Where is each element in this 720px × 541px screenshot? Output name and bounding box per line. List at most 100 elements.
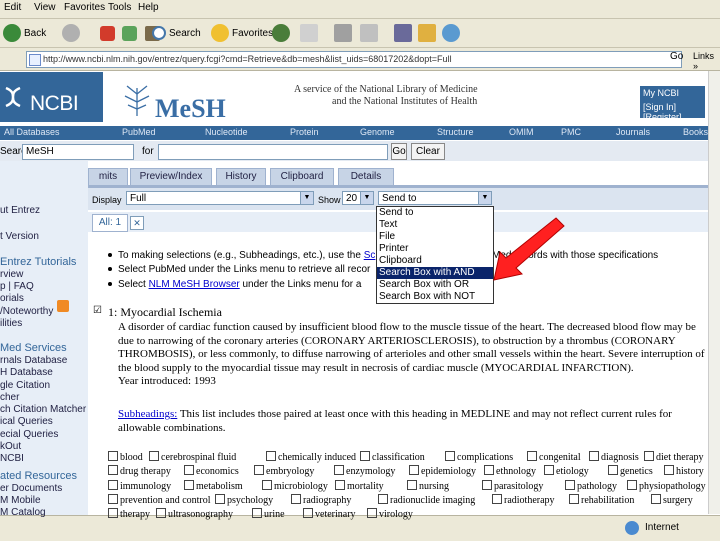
sidebar-item[interactable]: ilities — [0, 318, 22, 329]
mail-button[interactable] — [300, 22, 321, 44]
sidebar-item[interactable]: /Noteworthy — [0, 306, 53, 317]
db-nav-item[interactable]: Structure — [437, 127, 474, 137]
subheading-checkbox[interactable]: economics — [184, 465, 239, 477]
sidebar-item[interactable]: cher — [0, 392, 19, 403]
dropdown-option[interactable]: Clipboard — [377, 255, 493, 267]
db-nav-item[interactable]: Protein — [290, 127, 319, 137]
refresh-button[interactable] — [122, 22, 140, 44]
subheading-checkbox[interactable]: drug therapy — [108, 465, 171, 477]
close-tab-icon[interactable]: ✕ — [130, 216, 144, 230]
forward-button[interactable] — [62, 22, 83, 44]
dropdown-option[interactable]: Search Box with OR — [377, 279, 493, 291]
subheading-checkbox[interactable]: parasitology — [482, 480, 543, 492]
subheading-checkbox[interactable]: radionuclide imaging — [378, 494, 475, 506]
history-button[interactable] — [272, 22, 293, 44]
discuss-button[interactable] — [394, 22, 415, 44]
edit-button[interactable] — [360, 22, 381, 44]
subheading-checkbox[interactable]: nursing — [407, 480, 449, 492]
tab-history[interactable]: History — [216, 168, 266, 185]
subheading-checkbox[interactable]: urine — [252, 508, 285, 520]
subheading-checkbox[interactable]: microbiology — [262, 480, 328, 492]
subheading-checkbox[interactable]: psychology — [215, 494, 273, 506]
db-nav-item[interactable]: Books — [683, 127, 708, 137]
rss-icon[interactable] — [57, 300, 69, 312]
sidebar-item[interactable]: Med Services — [0, 342, 67, 354]
sidebar-item[interactable]: rnals Database — [0, 355, 67, 366]
sidebar-item[interactable]: ecial Queries — [0, 429, 58, 440]
sidebar-item[interactable]: ated Resources — [0, 470, 77, 482]
subheading-checkbox[interactable]: pathology — [565, 480, 617, 492]
dropdown-option[interactable]: Search Box with AND — [377, 267, 493, 279]
go-button[interactable]: Go — [391, 143, 407, 160]
search-input[interactable] — [158, 144, 388, 160]
subheading-checkbox[interactable]: diet therapy — [644, 451, 703, 463]
subheading-checkbox[interactable]: etiology — [544, 465, 589, 477]
search-button[interactable]: Search — [152, 22, 201, 44]
subheading-checkbox[interactable]: surgery — [651, 494, 693, 506]
sidebar-item[interactable]: kOut — [0, 441, 21, 452]
sidebar-item[interactable]: gle Citation — [0, 380, 50, 391]
db-nav-item[interactable]: PubMed — [122, 127, 156, 137]
subheading-checkbox[interactable]: blood — [108, 451, 143, 463]
all-results-tab[interactable]: All: 1 — [92, 214, 128, 232]
clear-button[interactable]: Clear — [411, 143, 445, 160]
sidebar-item[interactable]: Entrez Tutorials — [0, 256, 76, 268]
subheading-checkbox[interactable]: rehabilitation — [569, 494, 634, 506]
send-to-select[interactable]: Send to ▼ — [378, 191, 492, 205]
sidebar-item[interactable]: H Database — [0, 367, 53, 378]
sidebar-item[interactable]: M Mobile — [0, 495, 41, 506]
subheading-checkbox[interactable]: ethnology — [484, 465, 536, 477]
sidebar-item[interactable]: er Documents — [0, 483, 62, 494]
address-input[interactable]: http://www.ncbi.nlm.nih.gov/entrez/query… — [26, 51, 682, 68]
db-nav-item[interactable]: All Databases — [4, 127, 60, 137]
address-go-button[interactable]: Go — [670, 51, 683, 62]
db-nav-item[interactable]: Journals — [616, 127, 650, 137]
subheading-checkbox[interactable]: congenital — [527, 451, 581, 463]
menu-favorites[interactable]: Favorites — [64, 2, 105, 13]
subheading-checkbox[interactable]: chemically induced — [266, 451, 356, 463]
favorites-button[interactable]: Favorites — [211, 22, 273, 44]
db-nav-item[interactable]: OMIM — [509, 127, 534, 137]
sidebar-item[interactable]: ch Citation Matcher — [0, 404, 86, 415]
subheading-checkbox[interactable]: genetics — [608, 465, 653, 477]
signin-link[interactable]: [Sign In] [Register] — [640, 100, 705, 124]
sidebar-item[interactable]: ut Entrez — [0, 205, 40, 216]
db-nav-item[interactable]: Genome — [360, 127, 395, 137]
menu-tools[interactable]: Tools — [108, 2, 131, 13]
menu-help[interactable]: Help — [138, 2, 159, 13]
subheading-checkbox[interactable]: diagnosis — [589, 451, 639, 463]
menu-view[interactable]: View — [34, 2, 56, 13]
subheading-checkbox[interactable]: prevention and control — [108, 494, 211, 506]
menu-edit[interactable]: Edit — [4, 2, 21, 13]
sidebar-item[interactable]: t Version — [0, 231, 39, 242]
subheading-checkbox[interactable]: mortality — [335, 480, 384, 492]
my-ncbi-link[interactable]: My NCBI — [640, 86, 705, 100]
sidebar-item[interactable]: M Catalog — [0, 507, 46, 518]
subheading-checkbox[interactable]: physiopathology — [627, 480, 706, 492]
subheading-checkbox[interactable]: epidemiology — [409, 465, 476, 477]
stop-button[interactable] — [100, 22, 118, 44]
subheading-checkbox[interactable]: history — [664, 465, 704, 477]
subheading-checkbox[interactable]: virology — [367, 508, 413, 520]
subheading-checkbox[interactable]: therapy — [108, 508, 150, 520]
subheading-checkbox[interactable]: complications — [445, 451, 513, 463]
subheading-checkbox[interactable]: immunology — [108, 480, 171, 492]
subheadings-link[interactable]: Subheadings: — [118, 408, 177, 420]
subheading-checkbox[interactable]: metabolism — [184, 480, 243, 492]
dropdown-option[interactable]: File — [377, 231, 493, 243]
vertical-scrollbar[interactable] — [708, 71, 720, 514]
record-checkbox[interactable]: ☑ — [93, 305, 102, 316]
sidebar-item[interactable]: ical Queries — [0, 416, 53, 427]
tip-link[interactable]: NLM MeSH Browser — [149, 279, 240, 290]
subheading-checkbox[interactable]: radiography — [291, 494, 351, 506]
back-button[interactable]: Back — [3, 22, 46, 44]
dropdown-option[interactable]: Printer — [377, 243, 493, 255]
dropdown-option[interactable]: Send to — [377, 207, 493, 219]
db-nav-item[interactable]: PMC — [561, 127, 581, 137]
show-count-select[interactable]: 20 ▼ — [342, 191, 374, 205]
tab-clipboard[interactable]: Clipboard — [270, 168, 334, 185]
sidebar-item[interactable]: rview — [0, 269, 23, 280]
subheading-checkbox[interactable]: classification — [360, 451, 425, 463]
subheading-checkbox[interactable]: cerebrospinal fluid — [149, 451, 236, 463]
subheading-checkbox[interactable]: ultrasonography — [156, 508, 233, 520]
